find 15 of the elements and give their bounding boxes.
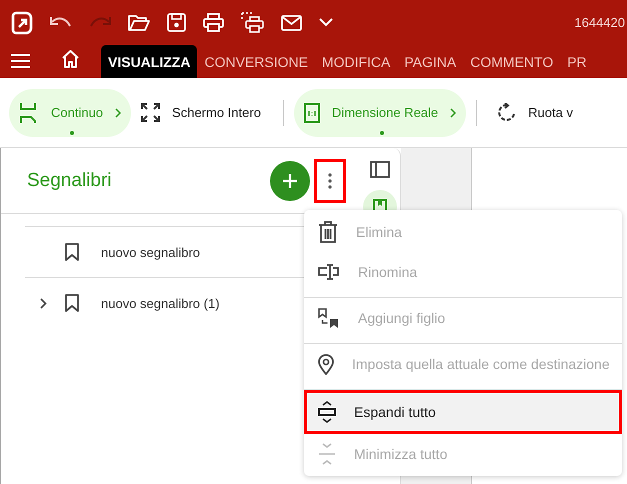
document-id: 1644420 [574,15,625,30]
ribbon-tab[interactable]: CONVERSIONE [197,45,315,78]
ribbon-tab[interactable]: VISUALIZZA [101,45,198,78]
ribbon-tab[interactable]: PR [560,45,594,78]
ribbon-tab[interactable]: PAGINA [397,45,464,78]
bookmark-item[interactable]: nuovo segnalibro [101,244,200,260]
panel-title: Segnalibri [27,170,112,192]
toolbar-button[interactable]: Ruota v [487,88,585,136]
ribbon-tab[interactable]: MODIFICA [314,45,398,78]
bookmark-item[interactable]: nuovo segnalibro (1) [101,296,220,310]
ribbon-tab[interactable]: COMMENTO [463,45,560,78]
toolbar-button[interactable]: Dimensione Reale [294,88,466,136]
toolbar-button[interactable]: Continuo [9,88,132,136]
menu-item[interactable]: Espandi tutto [304,390,622,434]
toolbar-button[interactable]: Schermo Intero [131,88,273,136]
